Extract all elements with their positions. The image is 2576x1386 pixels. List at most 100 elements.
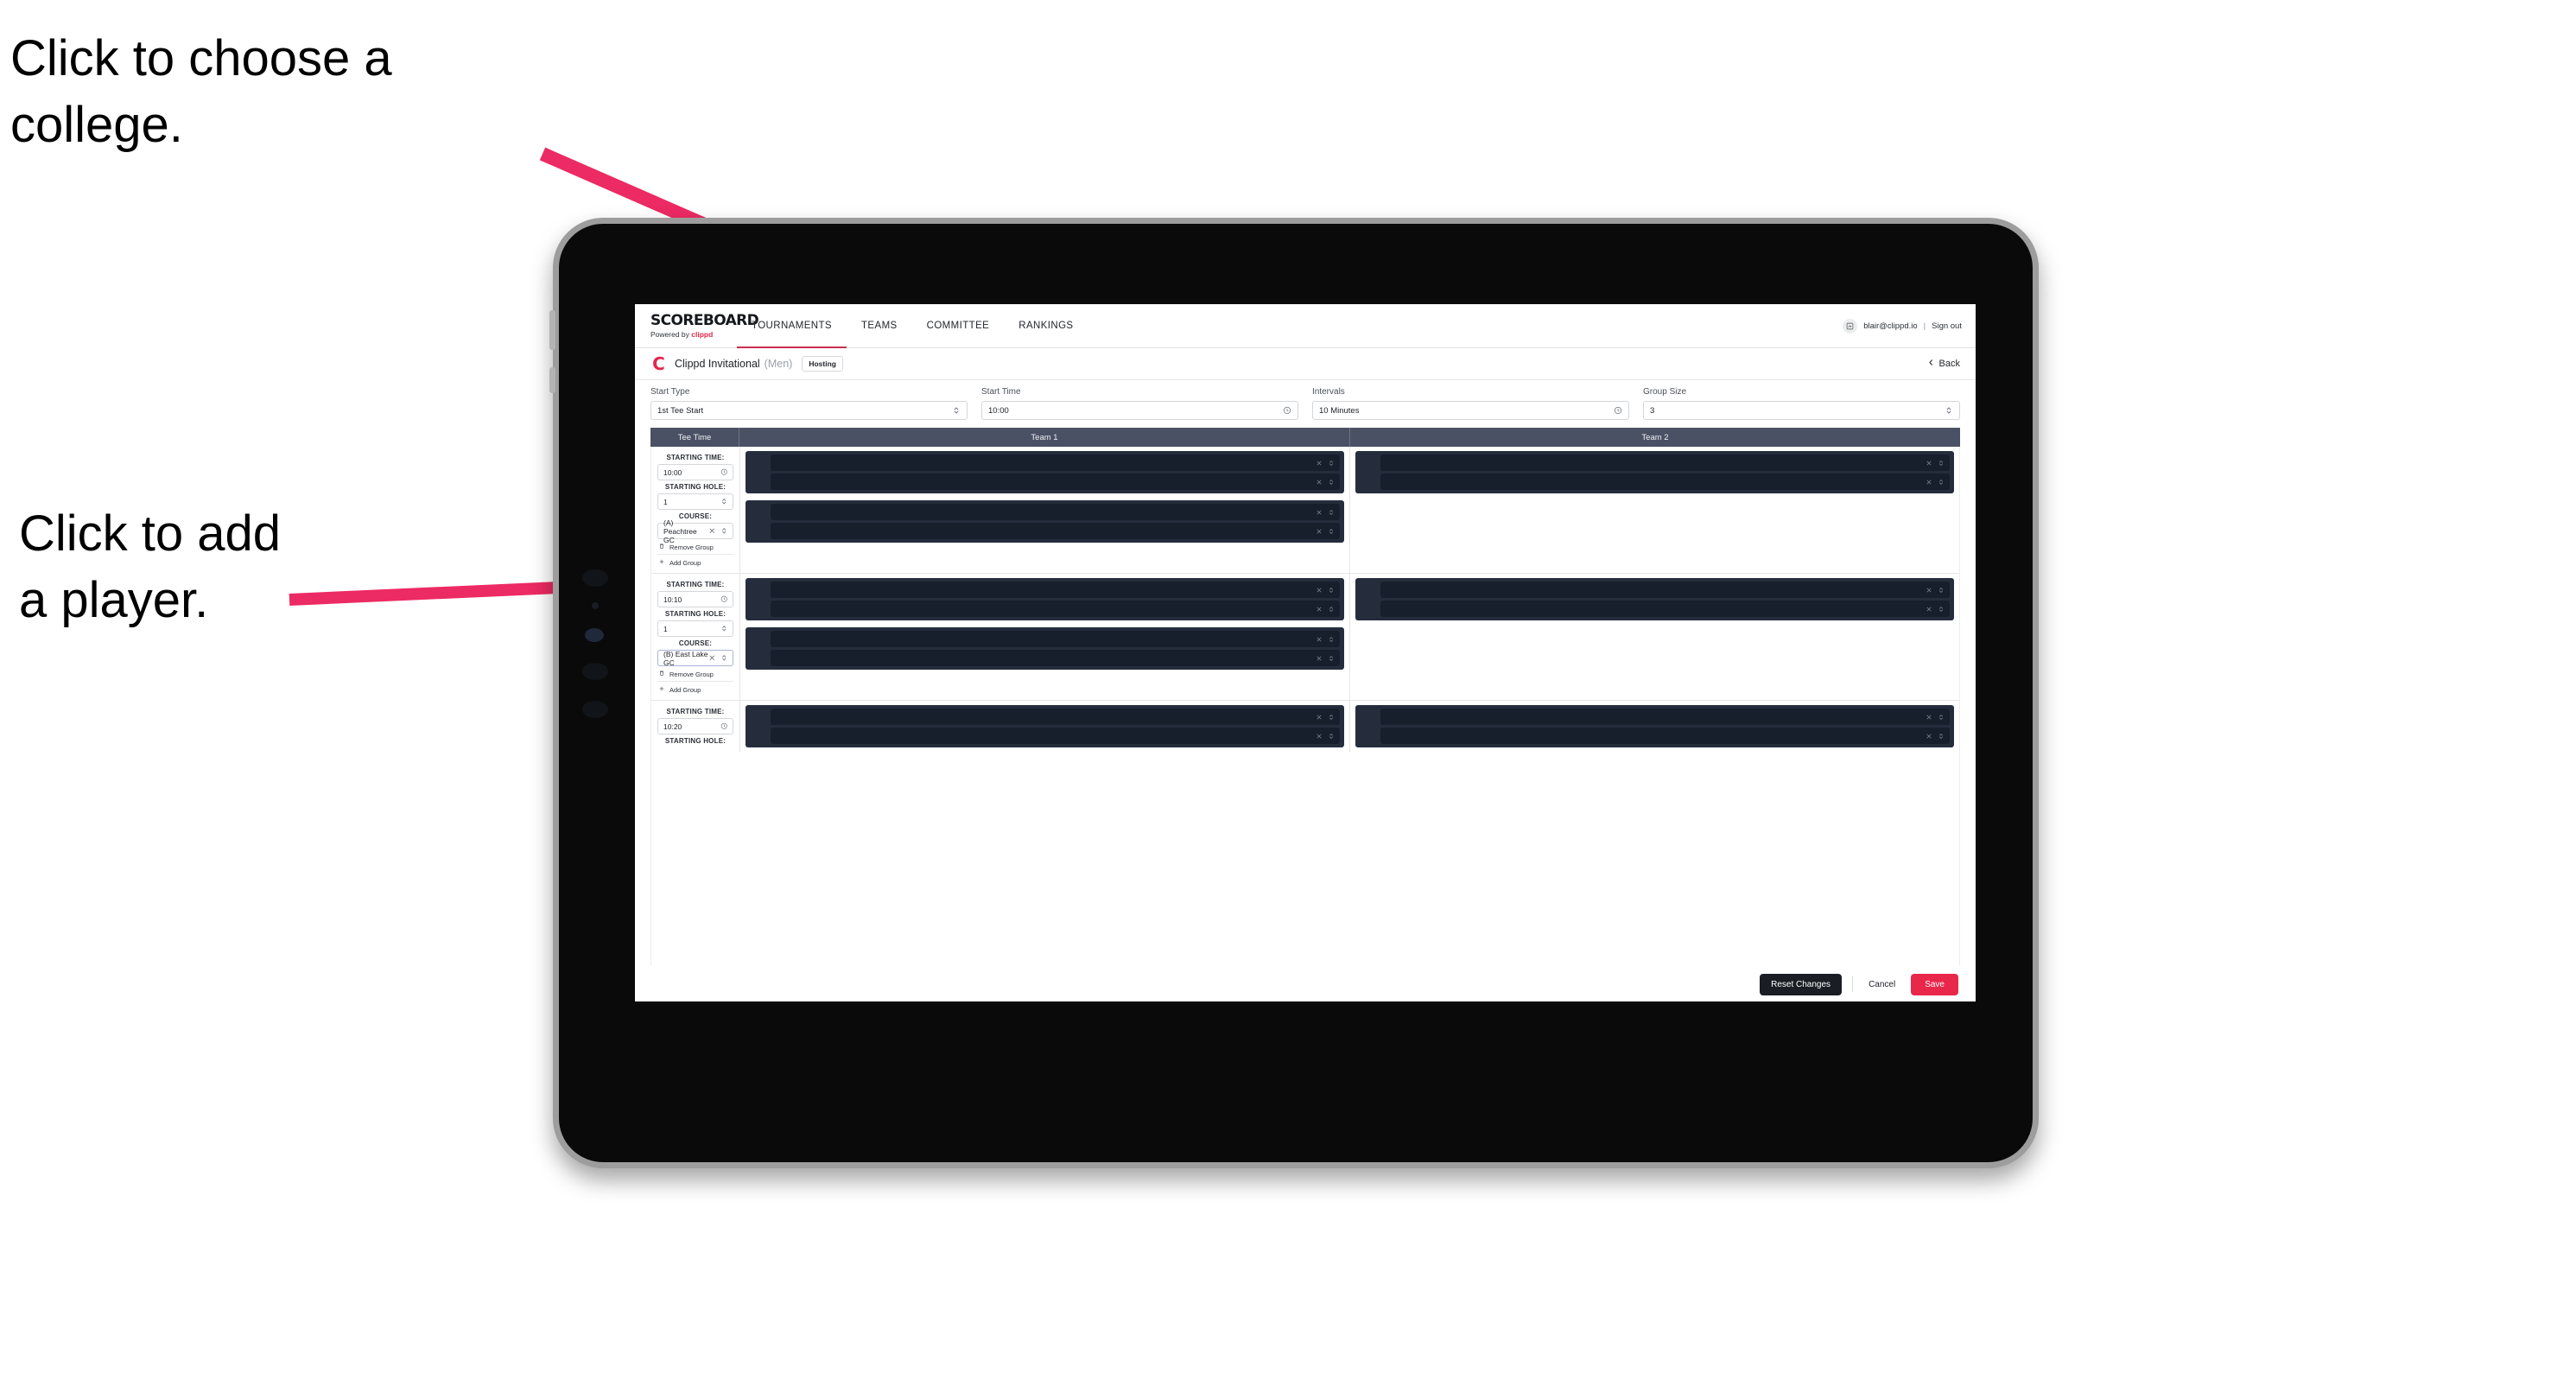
stepper-icon[interactable] <box>1938 733 1945 740</box>
clock-icon[interactable] <box>720 722 728 730</box>
starting-time-input[interactable]: 10:10 <box>657 591 733 607</box>
starting-hole-input-icons <box>720 498 728 505</box>
stepper-icon[interactable] <box>1938 460 1945 467</box>
power-button[interactable] <box>549 310 555 350</box>
volume-button[interactable] <box>549 367 555 393</box>
cancel-button[interactable]: Cancel <box>1863 980 1900 989</box>
sign-out-link[interactable]: Sign out <box>1932 321 1962 331</box>
close-x-icon[interactable] <box>1926 714 1932 721</box>
player-slot[interactable] <box>771 474 1340 490</box>
clock-icon[interactable] <box>1614 406 1622 415</box>
stepper-icon[interactable] <box>1328 733 1335 740</box>
clock-icon[interactable] <box>1283 406 1291 415</box>
starting-time-input[interactable]: 10:00 <box>657 464 733 480</box>
save-button[interactable]: Save <box>1911 973 1958 995</box>
player-slot-actions <box>1926 460 1945 467</box>
reset-changes-button[interactable]: Reset Changes <box>1760 973 1843 995</box>
stepper-icon[interactable] <box>1328 479 1335 486</box>
stepper-icon[interactable] <box>1328 528 1335 535</box>
stepper-icon[interactable] <box>1938 606 1945 613</box>
player-slot[interactable] <box>1380 474 1950 490</box>
stepper-icon[interactable] <box>1945 406 1953 415</box>
tee-sheet-header: Tee Time Team 1 Team 2 <box>650 428 1960 447</box>
stepper-icon[interactable] <box>720 498 728 505</box>
player-slot[interactable] <box>771 728 1340 744</box>
team-1-cell <box>739 701 1349 752</box>
nav-tab-tournaments[interactable]: TOURNAMENTS <box>737 304 847 348</box>
user-avatar-icon[interactable] <box>1843 318 1858 334</box>
stepper-icon[interactable] <box>1328 655 1335 662</box>
clock-icon[interactable] <box>720 468 728 476</box>
player-slot[interactable] <box>771 455 1340 471</box>
close-x-icon[interactable] <box>1316 460 1323 467</box>
player-slot[interactable] <box>771 601 1340 617</box>
close-x-icon[interactable] <box>1316 509 1323 516</box>
start-type-select[interactable]: 1st Tee Start <box>650 401 968 420</box>
group-size-select[interactable]: 3 <box>1643 401 1960 420</box>
close-x-icon[interactable] <box>1316 636 1323 643</box>
close-x-icon[interactable] <box>1926 460 1932 467</box>
stepper-icon[interactable] <box>952 406 961 415</box>
starting-time-label: STARTING TIME: <box>666 581 725 588</box>
player-slot[interactable] <box>771 709 1340 725</box>
player-slot[interactable] <box>771 523 1340 539</box>
stepper-icon[interactable] <box>1328 460 1335 467</box>
close-x-icon[interactable] <box>1316 714 1323 721</box>
add-group-button[interactable]: Add Group <box>657 682 733 696</box>
close-x-icon[interactable] <box>1926 479 1932 486</box>
scoreboard-logo[interactable]: SCOREBOARD Powered by clippd <box>635 304 759 347</box>
player-slot[interactable] <box>1380 709 1950 725</box>
close-x-icon[interactable] <box>1926 733 1932 740</box>
stepper-icon[interactable] <box>1328 636 1335 643</box>
player-slot[interactable] <box>771 504 1340 520</box>
player-slot-actions <box>1316 460 1335 467</box>
player-slot[interactable] <box>1380 455 1950 471</box>
course-select[interactable]: (A) Peachtree GC <box>657 518 733 544</box>
top-navigation-bar: SCOREBOARD Powered by clippd TOURNAMENTS… <box>635 304 1976 348</box>
nav-tab-committee[interactable]: COMMITTEE <box>912 304 1005 347</box>
stepper-icon[interactable] <box>1938 479 1945 486</box>
remove-group-button[interactable]: Remove Group <box>657 539 733 554</box>
starting-hole-input[interactable]: 1 <box>657 620 733 637</box>
back-button[interactable]: Back <box>1927 359 1960 369</box>
stepper-icon[interactable] <box>1328 587 1335 594</box>
close-x-icon[interactable] <box>1316 587 1323 594</box>
start-time-input[interactable]: 10:00 <box>981 401 1298 420</box>
stepper-icon[interactable] <box>720 625 728 633</box>
stepper-icon[interactable] <box>1938 714 1945 721</box>
stepper-icon[interactable] <box>1938 587 1945 594</box>
player-slot[interactable] <box>1380 601 1950 617</box>
stepper-icon[interactable] <box>1328 714 1335 721</box>
tee-time-cell: STARTING TIME: 10:10 STARTING HOLE: 1 COURSE… <box>651 574 739 700</box>
stepper-icon[interactable] <box>1328 606 1335 613</box>
player-slot[interactable] <box>771 582 1340 598</box>
close-x-icon[interactable] <box>708 527 716 535</box>
starting-hole-input[interactable]: 1 <box>657 493 733 510</box>
clock-icon[interactable] <box>720 595 728 603</box>
close-x-icon[interactable] <box>1926 587 1932 594</box>
nav-tab-rankings[interactable]: RANKINGS <box>1004 304 1088 347</box>
close-x-icon[interactable] <box>1316 733 1323 740</box>
group-size-value: 3 <box>1650 405 1655 416</box>
close-x-icon[interactable] <box>1316 606 1323 613</box>
course-select[interactable]: (B) East Lake GC <box>657 650 733 667</box>
player-slot[interactable] <box>1380 582 1950 598</box>
close-x-icon[interactable] <box>708 654 716 662</box>
stepper-icon[interactable] <box>720 654 728 662</box>
nav-tab-teams[interactable]: TEAMS <box>847 304 912 347</box>
stepper-icon[interactable] <box>1328 509 1335 516</box>
player-group <box>746 578 1344 620</box>
player-slot[interactable] <box>1380 728 1950 744</box>
intervals-input[interactable]: 10 Minutes <box>1312 401 1629 420</box>
player-slot[interactable] <box>771 650 1340 666</box>
remove-group-button[interactable]: Remove Group <box>657 666 733 681</box>
add-group-button[interactable]: Add Group <box>657 555 733 569</box>
player-slot[interactable] <box>771 631 1340 647</box>
close-x-icon[interactable] <box>1316 479 1323 486</box>
starting-time-input[interactable]: 10:20 <box>657 718 733 734</box>
close-x-icon[interactable] <box>1316 528 1323 535</box>
close-x-icon[interactable] <box>1926 606 1932 613</box>
close-x-icon[interactable] <box>1316 655 1323 662</box>
stepper-icon[interactable] <box>720 527 728 535</box>
player-slot-actions <box>1316 714 1335 721</box>
